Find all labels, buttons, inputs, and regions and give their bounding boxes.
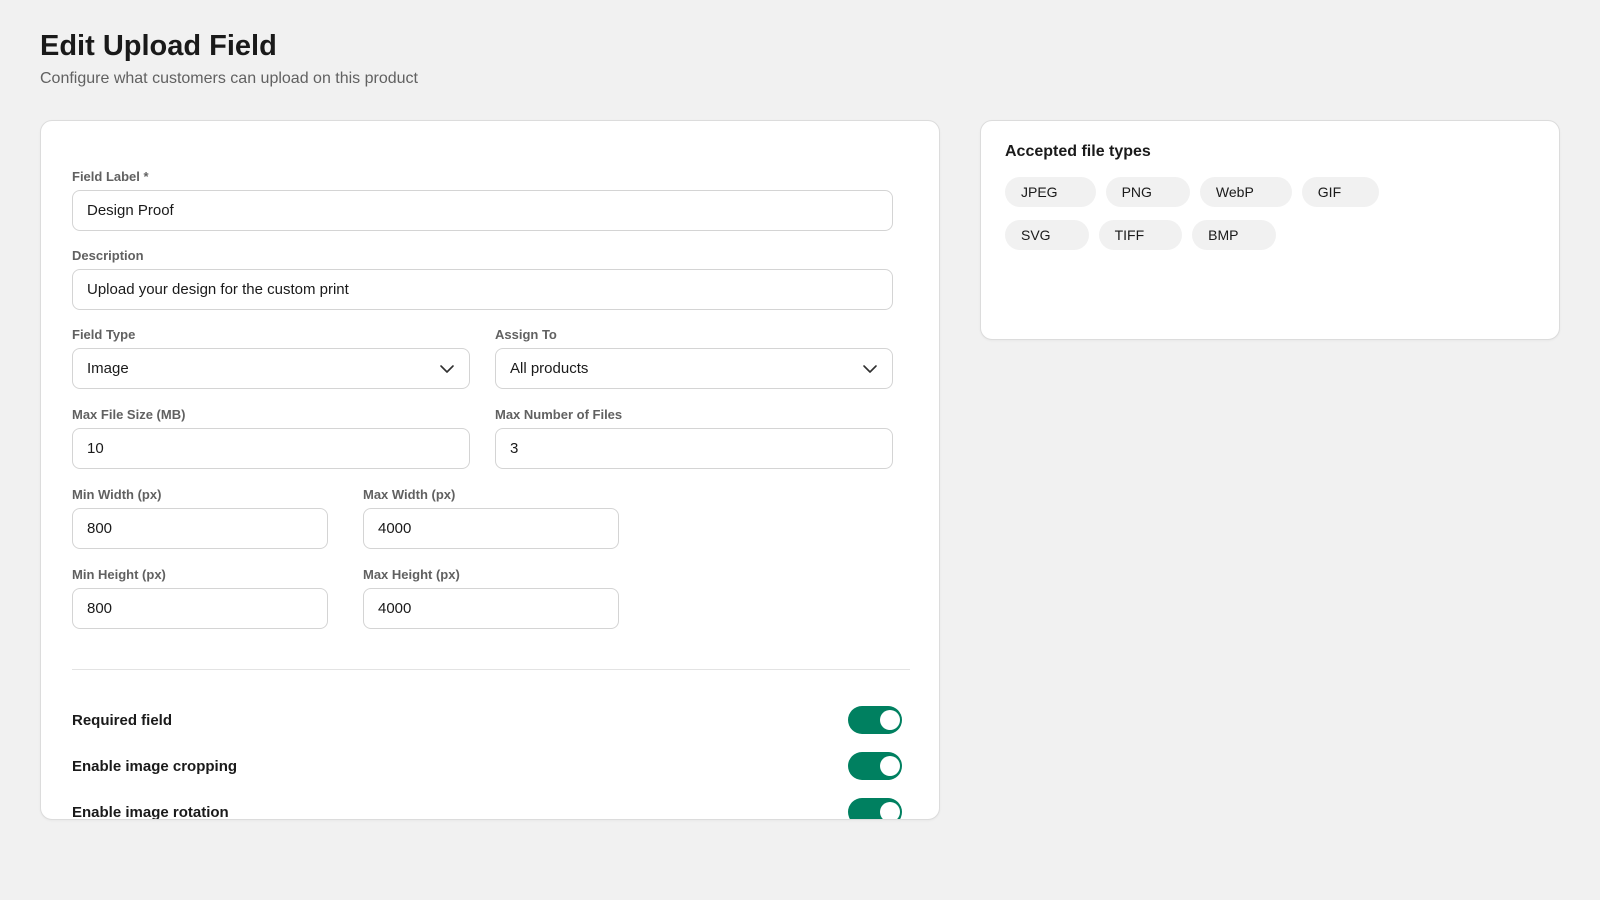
toggle-knob (880, 802, 900, 819)
file-type-chip-svg[interactable]: SVG (1005, 220, 1089, 250)
field-label-label: Field Label * (72, 169, 149, 184)
description-input[interactable]: Upload your design for the custom print (72, 269, 893, 310)
min-width-group: Min Width (px) 800 (72, 487, 328, 549)
image-rotation-toggle[interactable] (848, 798, 902, 819)
file-type-chip-gif[interactable]: GIF (1301, 177, 1380, 207)
upload-field-form-card: Field Label * Design Proof Description U… (40, 120, 940, 820)
toggle-knob (880, 756, 900, 776)
file-type-chip-list: JPEG PNG WebP GIF SVG TIFF BMP (1005, 177, 1405, 250)
page-header: Edit Upload Field Configure what custome… (40, 28, 418, 88)
toggle-row-cropping: Enable image cropping (72, 752, 902, 782)
assign-to-select[interactable]: All products (495, 348, 893, 389)
max-files-group: Max Number of Files 3 (495, 407, 893, 469)
assign-to-value: All products (510, 360, 589, 377)
assign-to-group: Assign To All products (495, 327, 893, 389)
accepted-file-types-card: Accepted file types JPEG PNG WebP GIF SV… (980, 120, 1560, 340)
file-type-chip-webp[interactable]: WebP (1199, 177, 1292, 207)
min-width-label: Min Width (px) (72, 487, 162, 502)
max-file-size-label: Max File Size (MB) (72, 407, 186, 422)
toggle-label: Enable image cropping (72, 758, 238, 775)
min-height-group: Min Height (px) 800 (72, 567, 328, 629)
section-divider (72, 669, 910, 670)
chevron-down-icon (863, 365, 877, 373)
min-width-input[interactable]: 800 (72, 508, 328, 549)
max-height-input[interactable]: 4000 (363, 588, 619, 629)
chevron-down-icon (440, 365, 454, 373)
toggle-label: Required field (72, 712, 173, 729)
max-width-group: Max Width (px) 4000 (363, 487, 619, 549)
description-label: Description (72, 248, 144, 263)
max-file-size-input[interactable]: 10 (72, 428, 470, 469)
max-height-group: Max Height (px) 4000 (363, 567, 619, 629)
description-group: Description Upload your design for the c… (72, 248, 893, 310)
accepted-file-types-title: Accepted file types (1005, 143, 1151, 160)
toggle-row-required: Required field (72, 706, 902, 736)
max-width-input[interactable]: 4000 (363, 508, 619, 549)
max-files-label: Max Number of Files (495, 407, 623, 422)
file-type-chip-tiff[interactable]: TIFF (1098, 220, 1183, 250)
page-subtitle: Configure what customers can upload on t… (40, 70, 418, 87)
required-field-toggle[interactable] (848, 706, 902, 734)
field-label-group: Field Label * Design Proof (72, 169, 893, 231)
toggle-label: Enable image rotation (72, 804, 229, 820)
max-files-input[interactable]: 3 (495, 428, 893, 469)
field-type-label: Field Type (72, 327, 136, 342)
max-width-label: Max Width (px) (363, 487, 456, 502)
field-type-group: Field Type Image (72, 327, 470, 389)
file-type-chip-png[interactable]: PNG (1105, 177, 1190, 207)
toggle-knob (880, 710, 900, 730)
file-type-chip-bmp[interactable]: BMP (1192, 220, 1277, 250)
page-title: Edit Upload Field (40, 30, 277, 62)
min-height-input[interactable]: 800 (72, 588, 328, 629)
max-height-label: Max Height (px) (363, 567, 460, 582)
field-label-input[interactable]: Design Proof (72, 190, 893, 231)
field-type-value: Image (87, 360, 129, 377)
max-file-size-group: Max File Size (MB) 10 (72, 407, 470, 469)
assign-to-label: Assign To (495, 327, 557, 342)
min-height-label: Min Height (px) (72, 567, 166, 582)
image-cropping-toggle[interactable] (848, 752, 902, 780)
toggle-row-rotation: Enable image rotation (72, 798, 902, 820)
field-type-select[interactable]: Image (72, 348, 470, 389)
file-type-chip-jpeg[interactable]: JPEG (1005, 177, 1096, 207)
